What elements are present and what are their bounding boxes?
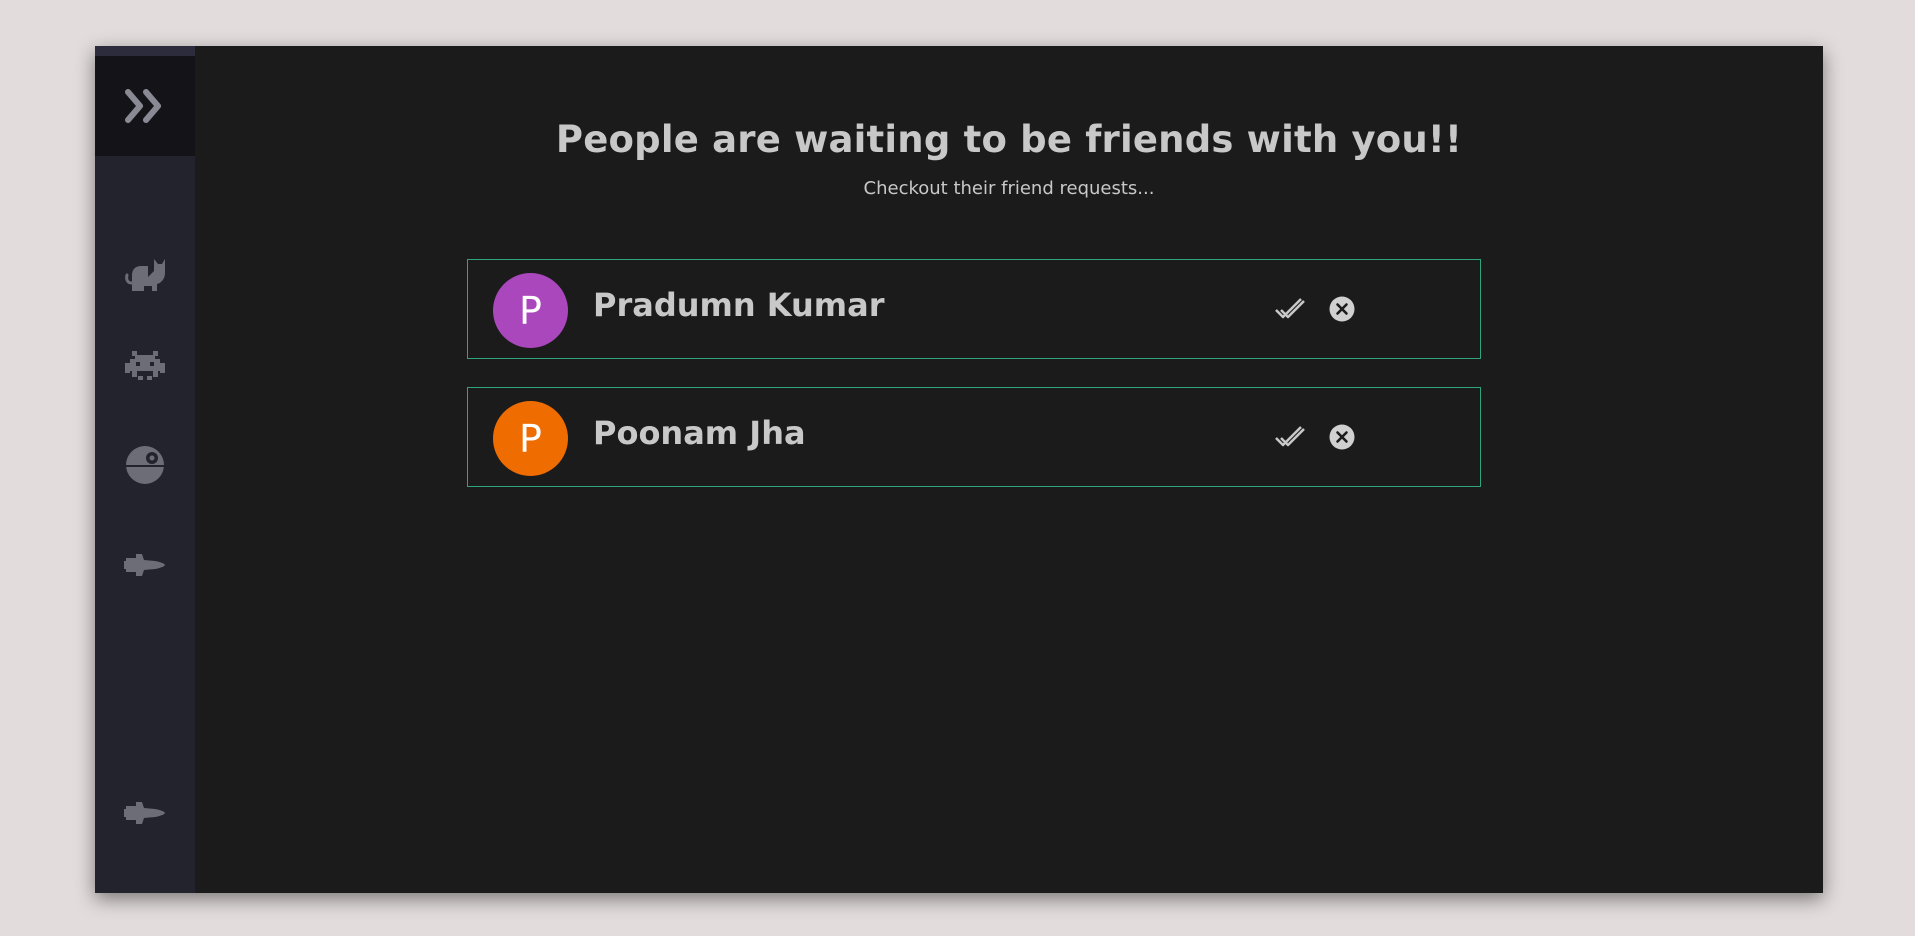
double-chevron-right-icon xyxy=(125,89,161,123)
decline-request-button[interactable] xyxy=(1327,294,1357,324)
friend-request-card: P Pradumn Kumar xyxy=(467,259,1481,359)
close-circle-icon xyxy=(1329,296,1355,322)
person-name: Pradumn Kumar xyxy=(593,286,885,324)
nav-item-space-invader[interactable] xyxy=(95,325,195,405)
sidebar-top-strip xyxy=(95,46,195,56)
app-window: People are waiting to be friends with yo… xyxy=(95,46,1823,893)
death-star-icon xyxy=(126,446,164,484)
double-check-icon xyxy=(1275,426,1305,447)
close-circle-icon xyxy=(1329,424,1355,450)
decline-request-button[interactable] xyxy=(1327,422,1357,452)
main-content: People are waiting to be friends with yo… xyxy=(195,46,1823,893)
avatar: P xyxy=(493,273,568,348)
nav-item-space-shuttle[interactable] xyxy=(95,525,195,605)
double-check-icon xyxy=(1275,298,1305,319)
sidebar-toggle-button[interactable] xyxy=(95,56,195,156)
cat-icon xyxy=(125,259,165,291)
nav-item-space-shuttle-bottom[interactable] xyxy=(95,773,195,853)
nav-item-cat[interactable] xyxy=(95,233,195,313)
accept-request-button[interactable] xyxy=(1273,294,1307,324)
space-shuttle-icon xyxy=(124,802,165,824)
page-subtitle: Checkout their friend requests... xyxy=(863,178,1155,199)
friend-request-card: P Poonam Jha xyxy=(467,387,1481,487)
space-shuttle-icon xyxy=(124,554,165,576)
accept-request-button[interactable] xyxy=(1273,422,1307,452)
sidebar xyxy=(95,46,195,893)
avatar: P xyxy=(493,401,568,476)
nav-item-death-star[interactable] xyxy=(95,425,195,505)
person-name: Poonam Jha xyxy=(593,414,806,452)
page-title: People are waiting to be friends with yo… xyxy=(555,118,1463,161)
space-invader-icon xyxy=(125,351,165,380)
